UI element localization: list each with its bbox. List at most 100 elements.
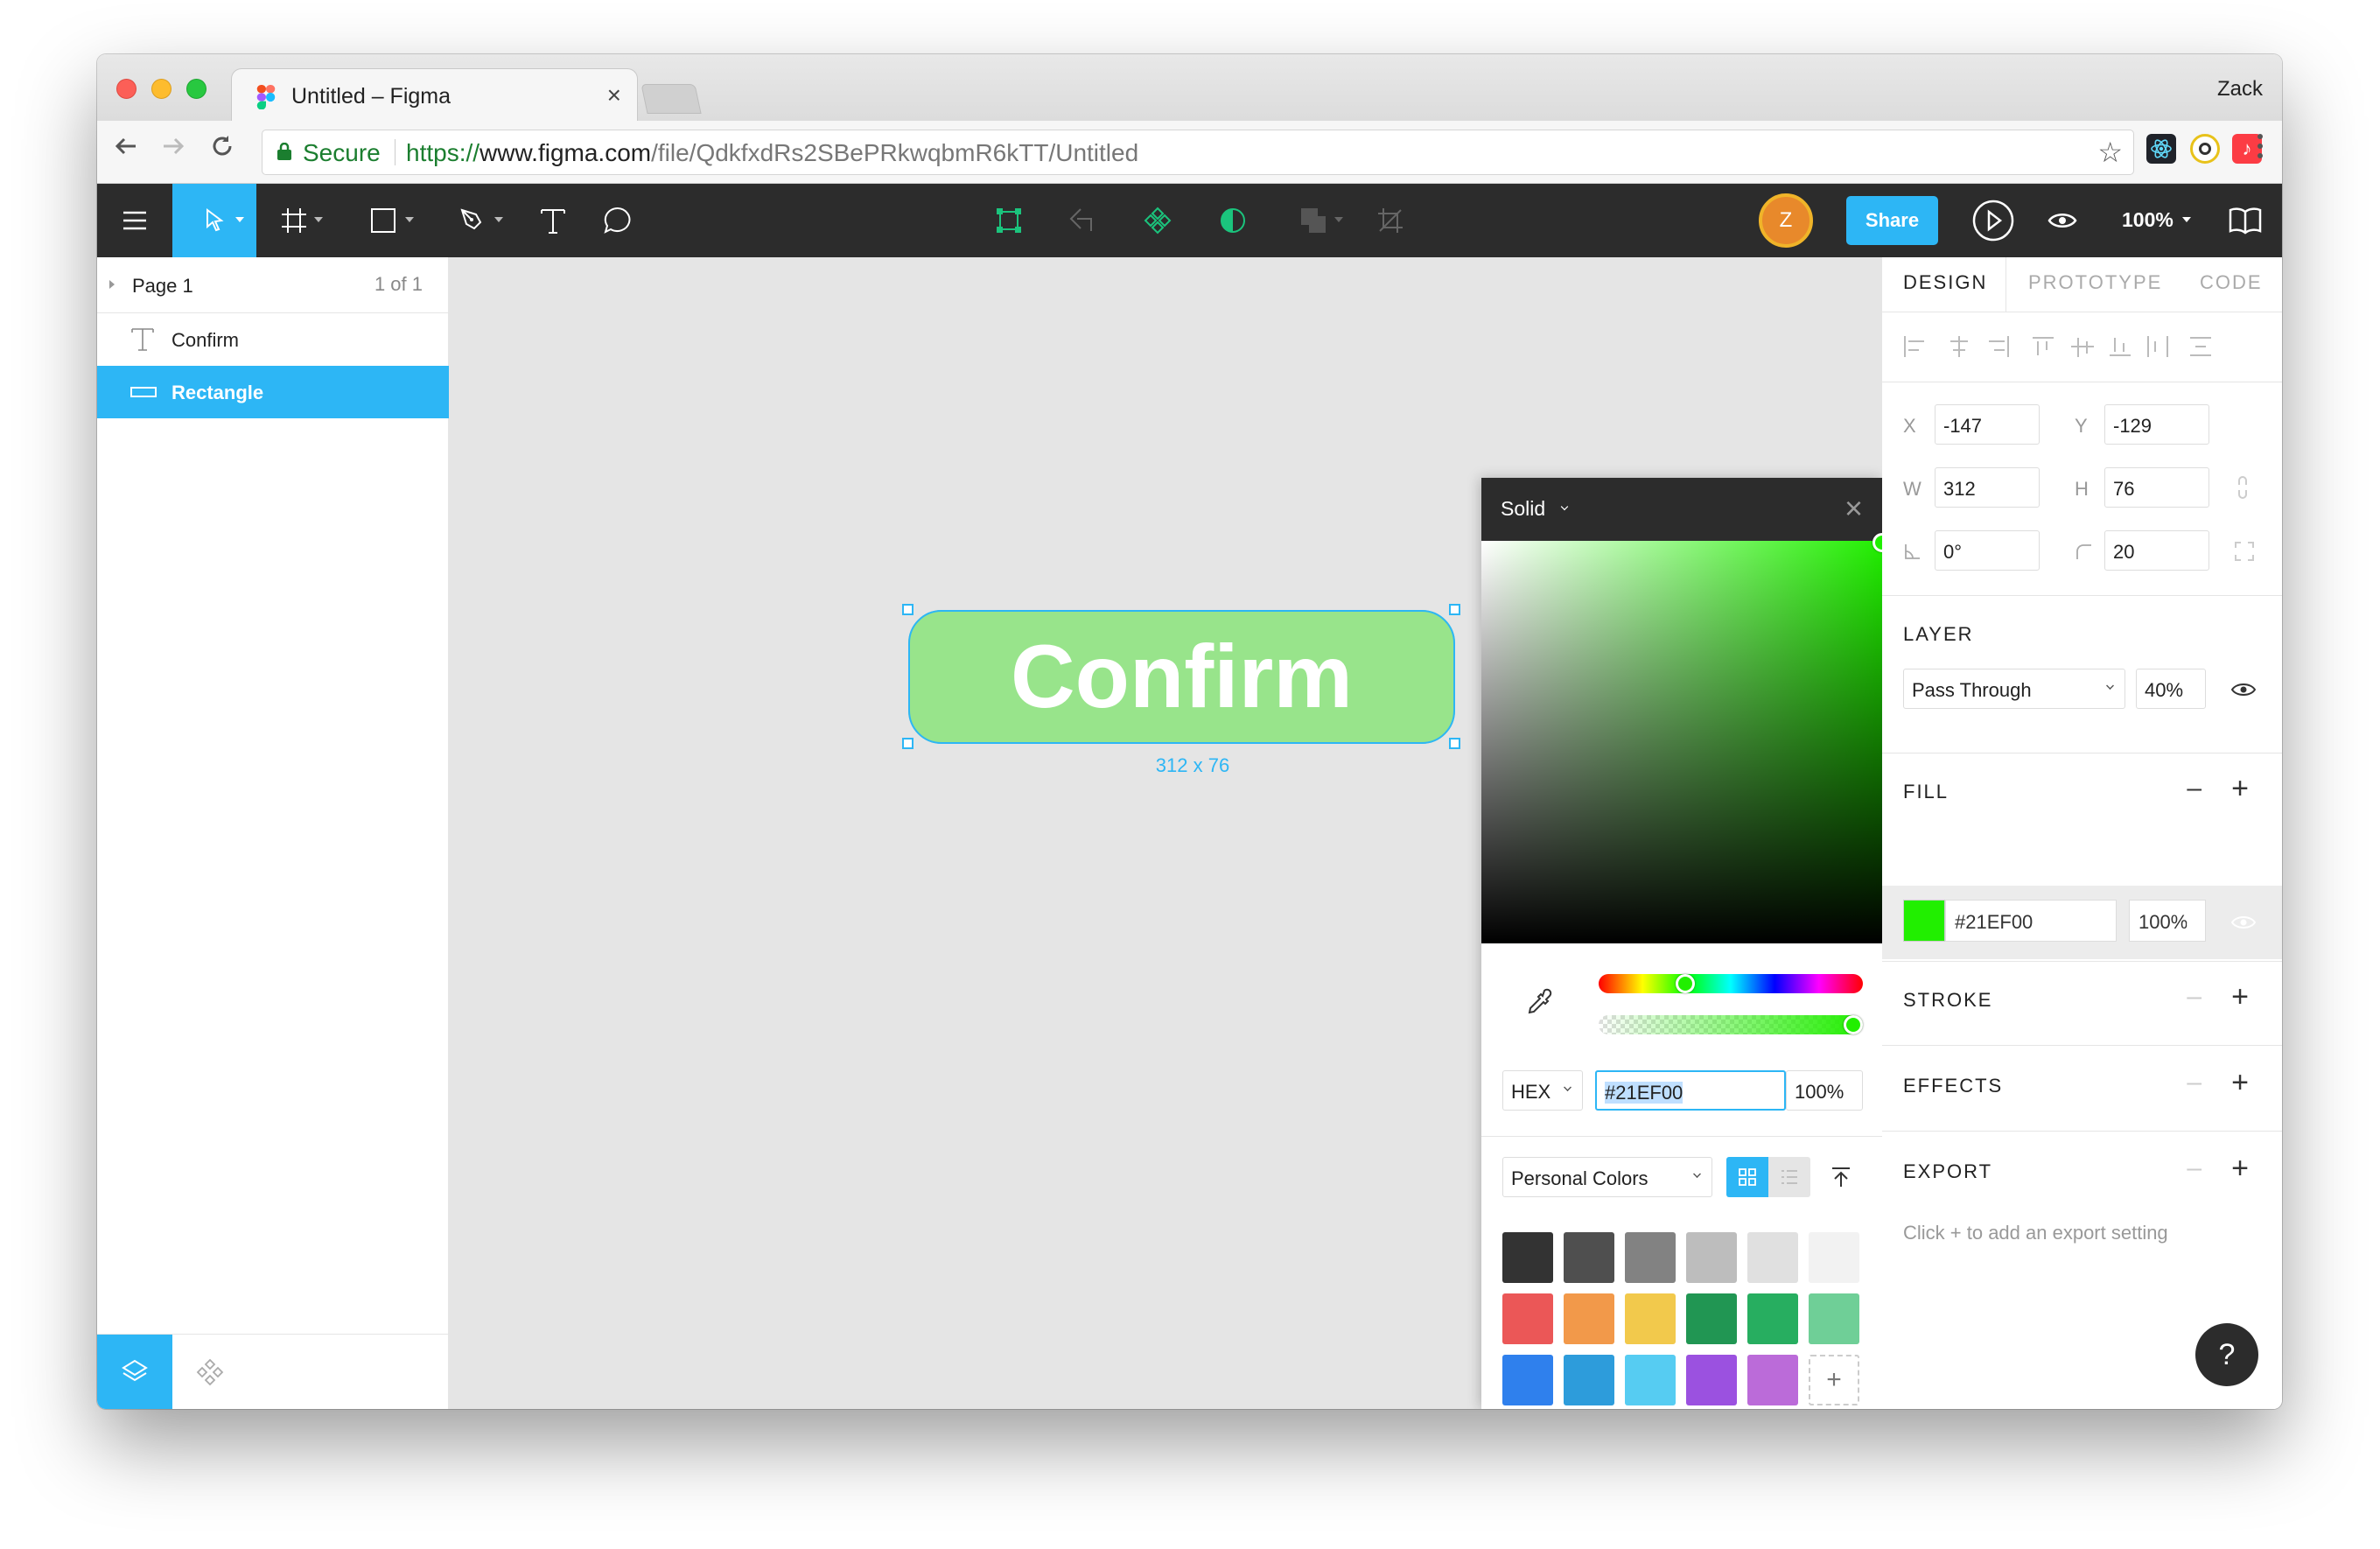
comment-tool-button[interactable] bbox=[587, 184, 648, 257]
remove-stroke-button[interactable]: – bbox=[2187, 982, 2202, 1012]
help-button[interactable]: ? bbox=[2195, 1323, 2258, 1386]
color-swatch[interactable] bbox=[1686, 1293, 1737, 1344]
resize-handle-bottom-left[interactable] bbox=[902, 738, 914, 749]
add-stroke-button[interactable]: + bbox=[2231, 980, 2249, 1014]
frame-tool-caret[interactable] bbox=[314, 217, 323, 222]
layer-row-rectangle[interactable]: Rectangle bbox=[97, 366, 449, 418]
boolean-tool[interactable] bbox=[1056, 184, 1109, 257]
tab-design[interactable]: DESIGN bbox=[1903, 271, 1987, 294]
move-tool-caret[interactable] bbox=[235, 217, 244, 222]
color-swatch[interactable] bbox=[1686, 1355, 1737, 1405]
resize-handle-bottom-right[interactable] bbox=[1449, 738, 1460, 749]
zoom-level[interactable]: 100% bbox=[2122, 208, 2174, 232]
x-input[interactable]: -147 bbox=[1935, 404, 2040, 445]
visibility-eye-icon[interactable] bbox=[2230, 681, 2257, 698]
close-icon[interactable]: × bbox=[1844, 490, 1863, 527]
color-swatch[interactable] bbox=[1747, 1232, 1798, 1283]
browser-tab[interactable]: Untitled – Figma × bbox=[231, 68, 638, 123]
component-outline-tool[interactable] bbox=[983, 184, 1035, 257]
rectangle-tool-button[interactable] bbox=[351, 184, 416, 257]
present-button[interactable] bbox=[1963, 184, 2024, 257]
remove-fill-button[interactable]: – bbox=[2187, 774, 2202, 803]
color-swatch[interactable] bbox=[1809, 1293, 1859, 1344]
mask-tool[interactable] bbox=[1207, 184, 1259, 257]
zoom-caret[interactable] bbox=[2182, 217, 2191, 222]
list-view-button[interactable] bbox=[1768, 1157, 1810, 1197]
back-icon[interactable] bbox=[113, 133, 139, 167]
text-tool-button[interactable] bbox=[524, 184, 582, 257]
bookmark-star-icon[interactable]: ☆ bbox=[2097, 136, 2123, 169]
color-library-select[interactable]: Personal Colors bbox=[1502, 1157, 1712, 1197]
pen-tool-caret[interactable] bbox=[494, 217, 503, 222]
color-swatch[interactable] bbox=[1564, 1232, 1614, 1283]
color-swatch[interactable] bbox=[1502, 1232, 1553, 1283]
opacity-handle[interactable] bbox=[1844, 1015, 1863, 1034]
fill-swatch[interactable] bbox=[1903, 900, 1945, 942]
color-swatch[interactable] bbox=[1809, 1232, 1859, 1283]
view-toggle-button[interactable] bbox=[2036, 184, 2089, 257]
hue-handle[interactable] bbox=[1676, 974, 1695, 993]
y-input[interactable]: -129 bbox=[2104, 404, 2209, 445]
color-swatch[interactable] bbox=[1502, 1293, 1553, 1344]
pen-tool-button[interactable] bbox=[440, 184, 505, 257]
rectangle-tool-caret[interactable] bbox=[405, 217, 414, 222]
url-field[interactable]: Secure https://www.figma.com/file/Qdkfxd… bbox=[262, 130, 2134, 175]
profile-name[interactable]: Zack bbox=[2217, 77, 2263, 102]
rotation-input[interactable]: 0° bbox=[1935, 530, 2040, 571]
chevron-down-icon[interactable] bbox=[1560, 502, 1569, 511]
tab-code[interactable]: CODE bbox=[2200, 271, 2263, 294]
color-swatch[interactable] bbox=[1625, 1293, 1676, 1344]
reload-icon[interactable] bbox=[209, 133, 235, 167]
extension-coin-icon[interactable] bbox=[2190, 134, 2220, 164]
new-tab-button[interactable] bbox=[640, 84, 702, 114]
corner-radius-input[interactable]: 20 bbox=[2104, 530, 2209, 571]
page-expand-icon[interactable] bbox=[109, 280, 115, 289]
width-input[interactable]: 312 bbox=[1935, 467, 2040, 508]
independent-corners-icon[interactable] bbox=[2234, 541, 2255, 562]
color-swatch[interactable] bbox=[1502, 1355, 1553, 1405]
color-swatch[interactable] bbox=[1686, 1232, 1737, 1283]
color-swatch[interactable] bbox=[1625, 1232, 1676, 1283]
blend-drop-icon[interactable] bbox=[2185, 912, 2202, 931]
color-swatch[interactable] bbox=[1625, 1355, 1676, 1405]
crop-tool[interactable] bbox=[1364, 184, 1417, 257]
color-swatch[interactable] bbox=[1564, 1293, 1614, 1344]
layer-opacity-input[interactable]: 40% bbox=[2136, 669, 2206, 709]
move-tool-button[interactable] bbox=[172, 184, 256, 257]
layers-tab-button[interactable] bbox=[97, 1335, 172, 1409]
add-export-button[interactable]: + bbox=[2231, 1152, 2249, 1186]
menu-icon[interactable] bbox=[97, 184, 172, 257]
upload-icon[interactable] bbox=[1830, 1166, 1852, 1188]
resize-handle-top-left[interactable] bbox=[902, 604, 914, 615]
add-effect-button[interactable]: + bbox=[2231, 1066, 2249, 1100]
resize-handle-top-right[interactable] bbox=[1449, 604, 1460, 615]
close-tab-icon[interactable]: × bbox=[607, 81, 621, 109]
fill-type-select[interactable]: Solid bbox=[1501, 497, 1545, 521]
fill-visibility-eye-icon[interactable] bbox=[2230, 914, 2257, 931]
grid-view-button[interactable] bbox=[1726, 1157, 1768, 1197]
frame-tool-button[interactable] bbox=[262, 184, 326, 257]
browser-menu-icon[interactable] bbox=[2256, 131, 2264, 161]
opacity-input[interactable]: 100% bbox=[1786, 1070, 1863, 1111]
add-swatch-button[interactable]: + bbox=[1809, 1355, 1859, 1405]
hue-slider[interactable] bbox=[1599, 974, 1863, 993]
saturation-value-area[interactable] bbox=[1481, 541, 1882, 943]
align-toolbar[interactable] bbox=[1901, 331, 2269, 362]
forward-icon[interactable] bbox=[160, 133, 186, 167]
opacity-slider[interactable] bbox=[1599, 1015, 1863, 1034]
close-window-button[interactable] bbox=[116, 79, 136, 99]
eyedropper-icon[interactable] bbox=[1520, 985, 1555, 1020]
remove-export-button[interactable]: – bbox=[2187, 1153, 2202, 1183]
blend-mode-select[interactable]: Pass Through bbox=[1903, 669, 2125, 709]
add-fill-button[interactable]: + bbox=[2231, 772, 2249, 806]
color-swatch[interactable] bbox=[1747, 1355, 1798, 1405]
tab-prototype[interactable]: PROTOTYPE bbox=[2028, 271, 2162, 294]
share-button[interactable]: Share bbox=[1846, 196, 1938, 245]
union-tool[interactable] bbox=[1278, 184, 1348, 257]
react-devtools-icon[interactable] bbox=[2146, 134, 2176, 164]
color-swatch[interactable] bbox=[1564, 1355, 1614, 1405]
avatar[interactable]: Z bbox=[1759, 193, 1813, 248]
color-format-select[interactable]: HEX bbox=[1502, 1070, 1583, 1111]
maximize-window-button[interactable] bbox=[186, 79, 206, 99]
height-input[interactable]: 76 bbox=[2104, 467, 2209, 508]
